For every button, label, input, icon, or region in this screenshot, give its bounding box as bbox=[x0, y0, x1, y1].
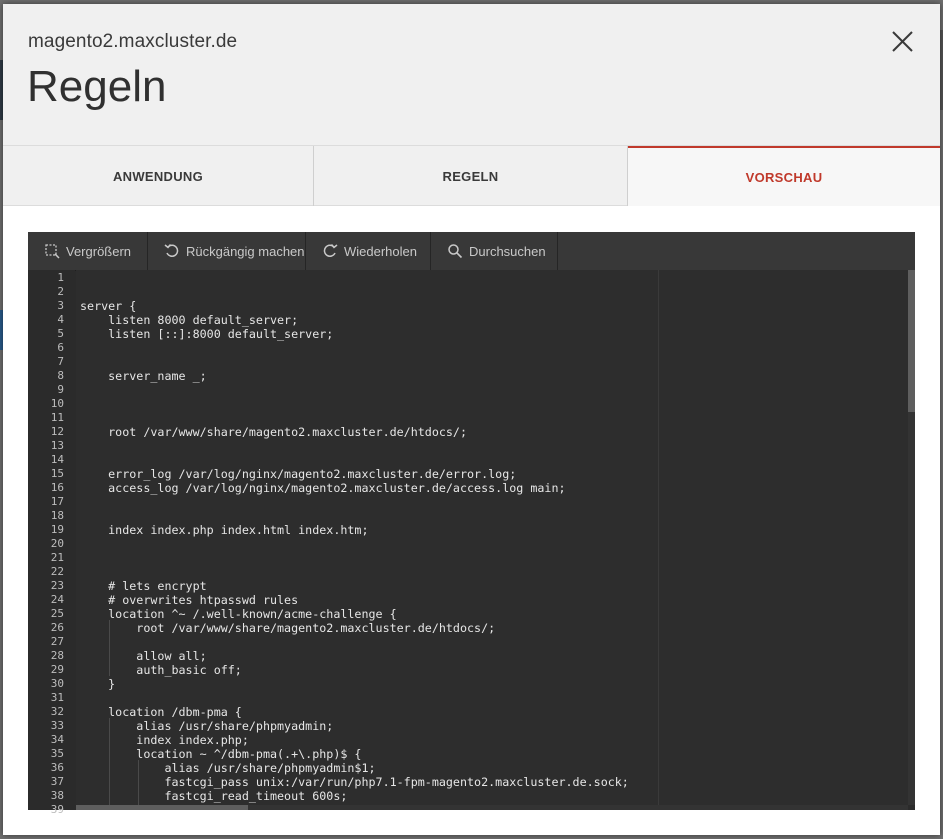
line-number: 16 bbox=[50, 481, 64, 494]
code-line: } bbox=[80, 677, 116, 691]
line-number: 17 bbox=[50, 495, 64, 508]
line-number: 32 bbox=[50, 705, 64, 718]
line-number: 7 bbox=[57, 355, 64, 368]
line-number: 6 bbox=[57, 341, 64, 354]
code-line: root /var/www/share/magento2.maxcluster.… bbox=[80, 425, 468, 439]
search-label: Durchsuchen bbox=[469, 243, 546, 259]
modal-title: Regeln bbox=[27, 62, 167, 111]
line-number: 34 bbox=[50, 733, 64, 746]
code-content[interactable]: server { listen 8000 default_server; lis… bbox=[76, 270, 908, 805]
code-line: error_log /var/log/nginx/magento2.maxclu… bbox=[80, 467, 517, 481]
line-number: 27 bbox=[50, 635, 64, 648]
line-number: 11 bbox=[50, 411, 64, 424]
rules-modal: magento2.maxcluster.de Regeln ANWENDUNG … bbox=[3, 4, 940, 835]
tab-anwendung[interactable]: ANWENDUNG bbox=[3, 146, 314, 206]
line-number: 8 bbox=[57, 369, 64, 382]
code-line: access_log /var/log/nginx/magento2.maxcl… bbox=[80, 481, 566, 495]
close-icon bbox=[892, 31, 913, 52]
undo-button[interactable]: Rückgängig machen bbox=[148, 232, 306, 270]
line-number: 35 bbox=[50, 747, 64, 760]
line-number: 38 bbox=[50, 789, 64, 802]
code-line: alias /usr/share/phpmyadmin; bbox=[80, 719, 334, 733]
redo-label: Wiederholen bbox=[344, 243, 417, 259]
modal-header: magento2.maxcluster.de Regeln bbox=[3, 4, 940, 145]
tab-vorschau[interactable]: VORSCHAU bbox=[628, 146, 940, 206]
horizontal-scrollbar-thumb[interactable] bbox=[76, 805, 248, 810]
line-number: 9 bbox=[57, 383, 64, 396]
tab-regeln[interactable]: REGELN bbox=[314, 146, 628, 206]
code-line: fastcgi_pass unix:/var/run/php7.1-fpm-ma… bbox=[80, 775, 629, 789]
code-line: fastcgi_read_timeout 600s; bbox=[80, 789, 348, 803]
code-line: listen [::]:8000 default_server; bbox=[80, 327, 334, 341]
code-line: auth_basic off; bbox=[80, 663, 242, 677]
undo-label: Rückgängig machen bbox=[186, 243, 305, 259]
line-number: 20 bbox=[50, 537, 64, 550]
line-number: 29 bbox=[50, 663, 64, 676]
line-number: 33 bbox=[50, 719, 64, 732]
line-number: 31 bbox=[50, 691, 64, 704]
line-number: 13 bbox=[50, 439, 64, 452]
redo-button[interactable]: Wiederholen bbox=[306, 232, 431, 270]
line-number: 14 bbox=[50, 453, 64, 466]
vertical-scrollbar-thumb[interactable] bbox=[908, 270, 915, 412]
print-margin bbox=[658, 270, 659, 805]
search-button[interactable]: Durchsuchen bbox=[431, 232, 558, 270]
code-line: location ^~ /.well-known/acme-challenge … bbox=[80, 607, 397, 621]
line-number: 1 bbox=[57, 271, 64, 284]
code-line: server { bbox=[80, 299, 137, 313]
line-number: 22 bbox=[50, 565, 64, 578]
code-line: # lets encrypt bbox=[80, 579, 207, 593]
line-number: 19 bbox=[50, 523, 64, 536]
line-number: 10 bbox=[50, 397, 64, 410]
code-line: location /dbm-pma { bbox=[80, 705, 242, 719]
modal-subtitle: magento2.maxcluster.de bbox=[28, 31, 238, 52]
line-number-gutter: 1 2 3 4 5 6 7 8 9 10 11 12 13 14 15 16 17 18 19 20 21 22 23 24 2… bbox=[28, 270, 75, 816]
line-number: 15 bbox=[50, 467, 64, 480]
code-line: # overwrites htpasswd rules bbox=[80, 593, 299, 607]
line-number: 21 bbox=[50, 551, 64, 564]
line-number: 24 bbox=[50, 593, 64, 606]
vertical-scrollbar[interactable] bbox=[908, 270, 915, 805]
line-number: 36 bbox=[50, 761, 64, 774]
tab-bar: ANWENDUNG REGELN VORSCHAU bbox=[3, 145, 940, 206]
code-line: location ~ ^/dbm-pma(.+\.php)$ { bbox=[80, 747, 362, 761]
line-number: 4 bbox=[57, 313, 64, 326]
line-number: 23 bbox=[50, 579, 64, 592]
line-number: 2 bbox=[57, 285, 64, 298]
line-number: 25 bbox=[50, 607, 64, 620]
code-line: index index.php; bbox=[80, 733, 249, 747]
code-line: index index.php index.html index.htm; bbox=[80, 523, 369, 537]
undo-icon bbox=[164, 244, 179, 257]
line-number: 28 bbox=[50, 649, 64, 662]
zoom-select-icon bbox=[45, 244, 60, 259]
line-number: 26 bbox=[50, 621, 64, 634]
code-line: root /var/www/share/magento2.maxcluster.… bbox=[80, 621, 496, 635]
line-number: 30 bbox=[50, 677, 64, 690]
code-line: listen 8000 default_server; bbox=[80, 313, 299, 327]
line-number: 5 bbox=[57, 327, 64, 340]
line-number: 39 bbox=[50, 803, 64, 816]
horizontal-scrollbar[interactable] bbox=[76, 805, 908, 810]
zoom-button[interactable]: Vergrößern bbox=[28, 232, 148, 270]
code-line: allow all; bbox=[80, 649, 207, 663]
editor-toolbar: Vergrößern Rückgängig machen Wiederholen bbox=[28, 232, 915, 271]
code-line: alias /usr/share/phpmyadmin$1; bbox=[80, 761, 376, 775]
line-number: 12 bbox=[50, 425, 64, 438]
code-editor: Vergrößern Rückgängig machen Wiederholen bbox=[28, 232, 915, 816]
line-number: 3 bbox=[57, 299, 64, 312]
zoom-label: Vergrößern bbox=[66, 243, 132, 259]
search-icon bbox=[448, 244, 463, 259]
close-button[interactable] bbox=[887, 26, 917, 56]
redo-icon bbox=[323, 244, 338, 257]
line-number: 37 bbox=[50, 775, 64, 788]
code-line: server_name _; bbox=[80, 369, 207, 383]
line-number: 18 bbox=[50, 509, 64, 522]
